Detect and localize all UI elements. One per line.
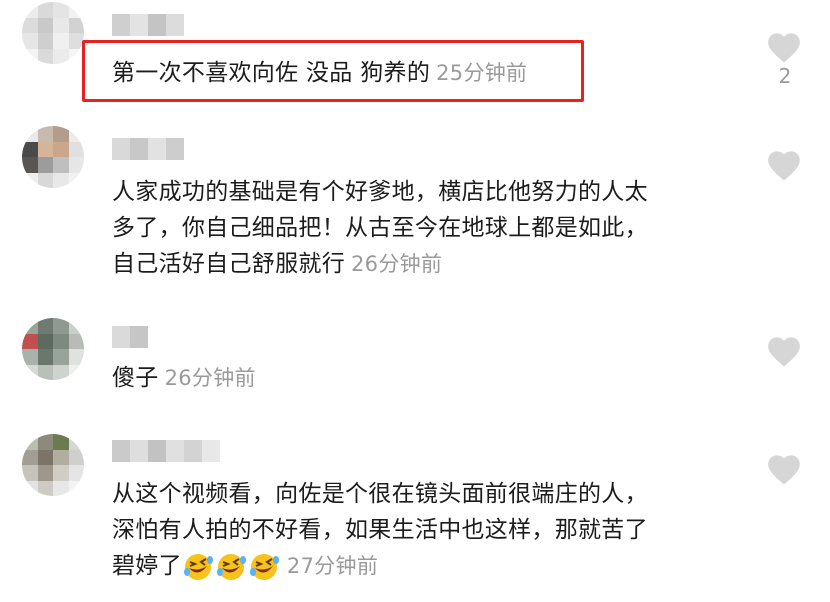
comment-text: 人家成功的基础是有个好爹地，横店比他努力的人太 多了，你自己细品把！从古至今在地…: [112, 174, 648, 282]
like-count: 2: [778, 64, 792, 88]
comment-body: 傻子: [112, 365, 159, 391]
comment-4: 从这个视频看，向佐是个很在镜头面前很端庄的人， 深怕有人拍的不好看，如果生活中也…: [0, 428, 830, 602]
comment-text: 傻子 26分钟前: [112, 360, 256, 396]
avatar[interactable]: [22, 434, 84, 496]
comment-text: 从这个视频看，向佐是个很在镜头面前很端庄的人， 深怕有人拍的不好看，如果生活中也…: [112, 476, 648, 584]
comment-line: 多了，你自己细品把！从古至今在地球上都是如此，: [112, 215, 648, 241]
username-blurred[interactable]: [112, 14, 184, 36]
comment-line: 人家成功的基础是有个好爹地，横店比他努力的人太: [112, 179, 648, 205]
comment-timestamp: 26分钟前: [164, 366, 256, 390]
comment-timestamp: 25分钟前: [436, 61, 528, 85]
comment-body: 第一次不喜欢向佐 没品 狗养的: [112, 60, 431, 86]
username-blurred[interactable]: [112, 440, 220, 462]
comment-line: 碧婷了: [112, 553, 182, 579]
username-blurred[interactable]: [112, 326, 148, 348]
heart-icon[interactable]: [765, 332, 803, 368]
comment-timestamp: 27分钟前: [286, 554, 379, 578]
avatar[interactable]: [22, 2, 84, 64]
rolling-on-floor-laughing-icon: [216, 553, 246, 580]
heart-icon[interactable]: [765, 450, 803, 486]
comment-timestamp: 26分钟前: [351, 252, 443, 276]
username-blurred[interactable]: [112, 138, 184, 160]
avatar[interactable]: [22, 318, 84, 380]
comment-1: 第一次不喜欢向佐 没品 狗养的 25分钟前 2: [0, 0, 830, 110]
comment-line: 深怕有人拍的不好看，如果生活中也这样，那就苦了: [112, 517, 648, 543]
comment-2: 人家成功的基础是有个好爹地，横店比他努力的人太 多了，你自己细品把！从古至今在地…: [0, 120, 830, 290]
comment-line: 从这个视频看，向佐是个很在镜头面前很端庄的人，: [112, 481, 648, 507]
comment-line: 自己活好自己舒服就行: [112, 251, 345, 277]
avatar[interactable]: [22, 126, 84, 188]
heart-icon[interactable]: [765, 146, 803, 182]
comment-text: 第一次不喜欢向佐 没品 狗养的 25分钟前: [112, 55, 527, 91]
comment-3: 傻子 26分钟前: [0, 312, 830, 412]
heart-icon[interactable]: [765, 28, 803, 64]
rolling-on-floor-laughing-icon: [183, 553, 213, 580]
rolling-on-floor-laughing-icon: [249, 553, 279, 580]
